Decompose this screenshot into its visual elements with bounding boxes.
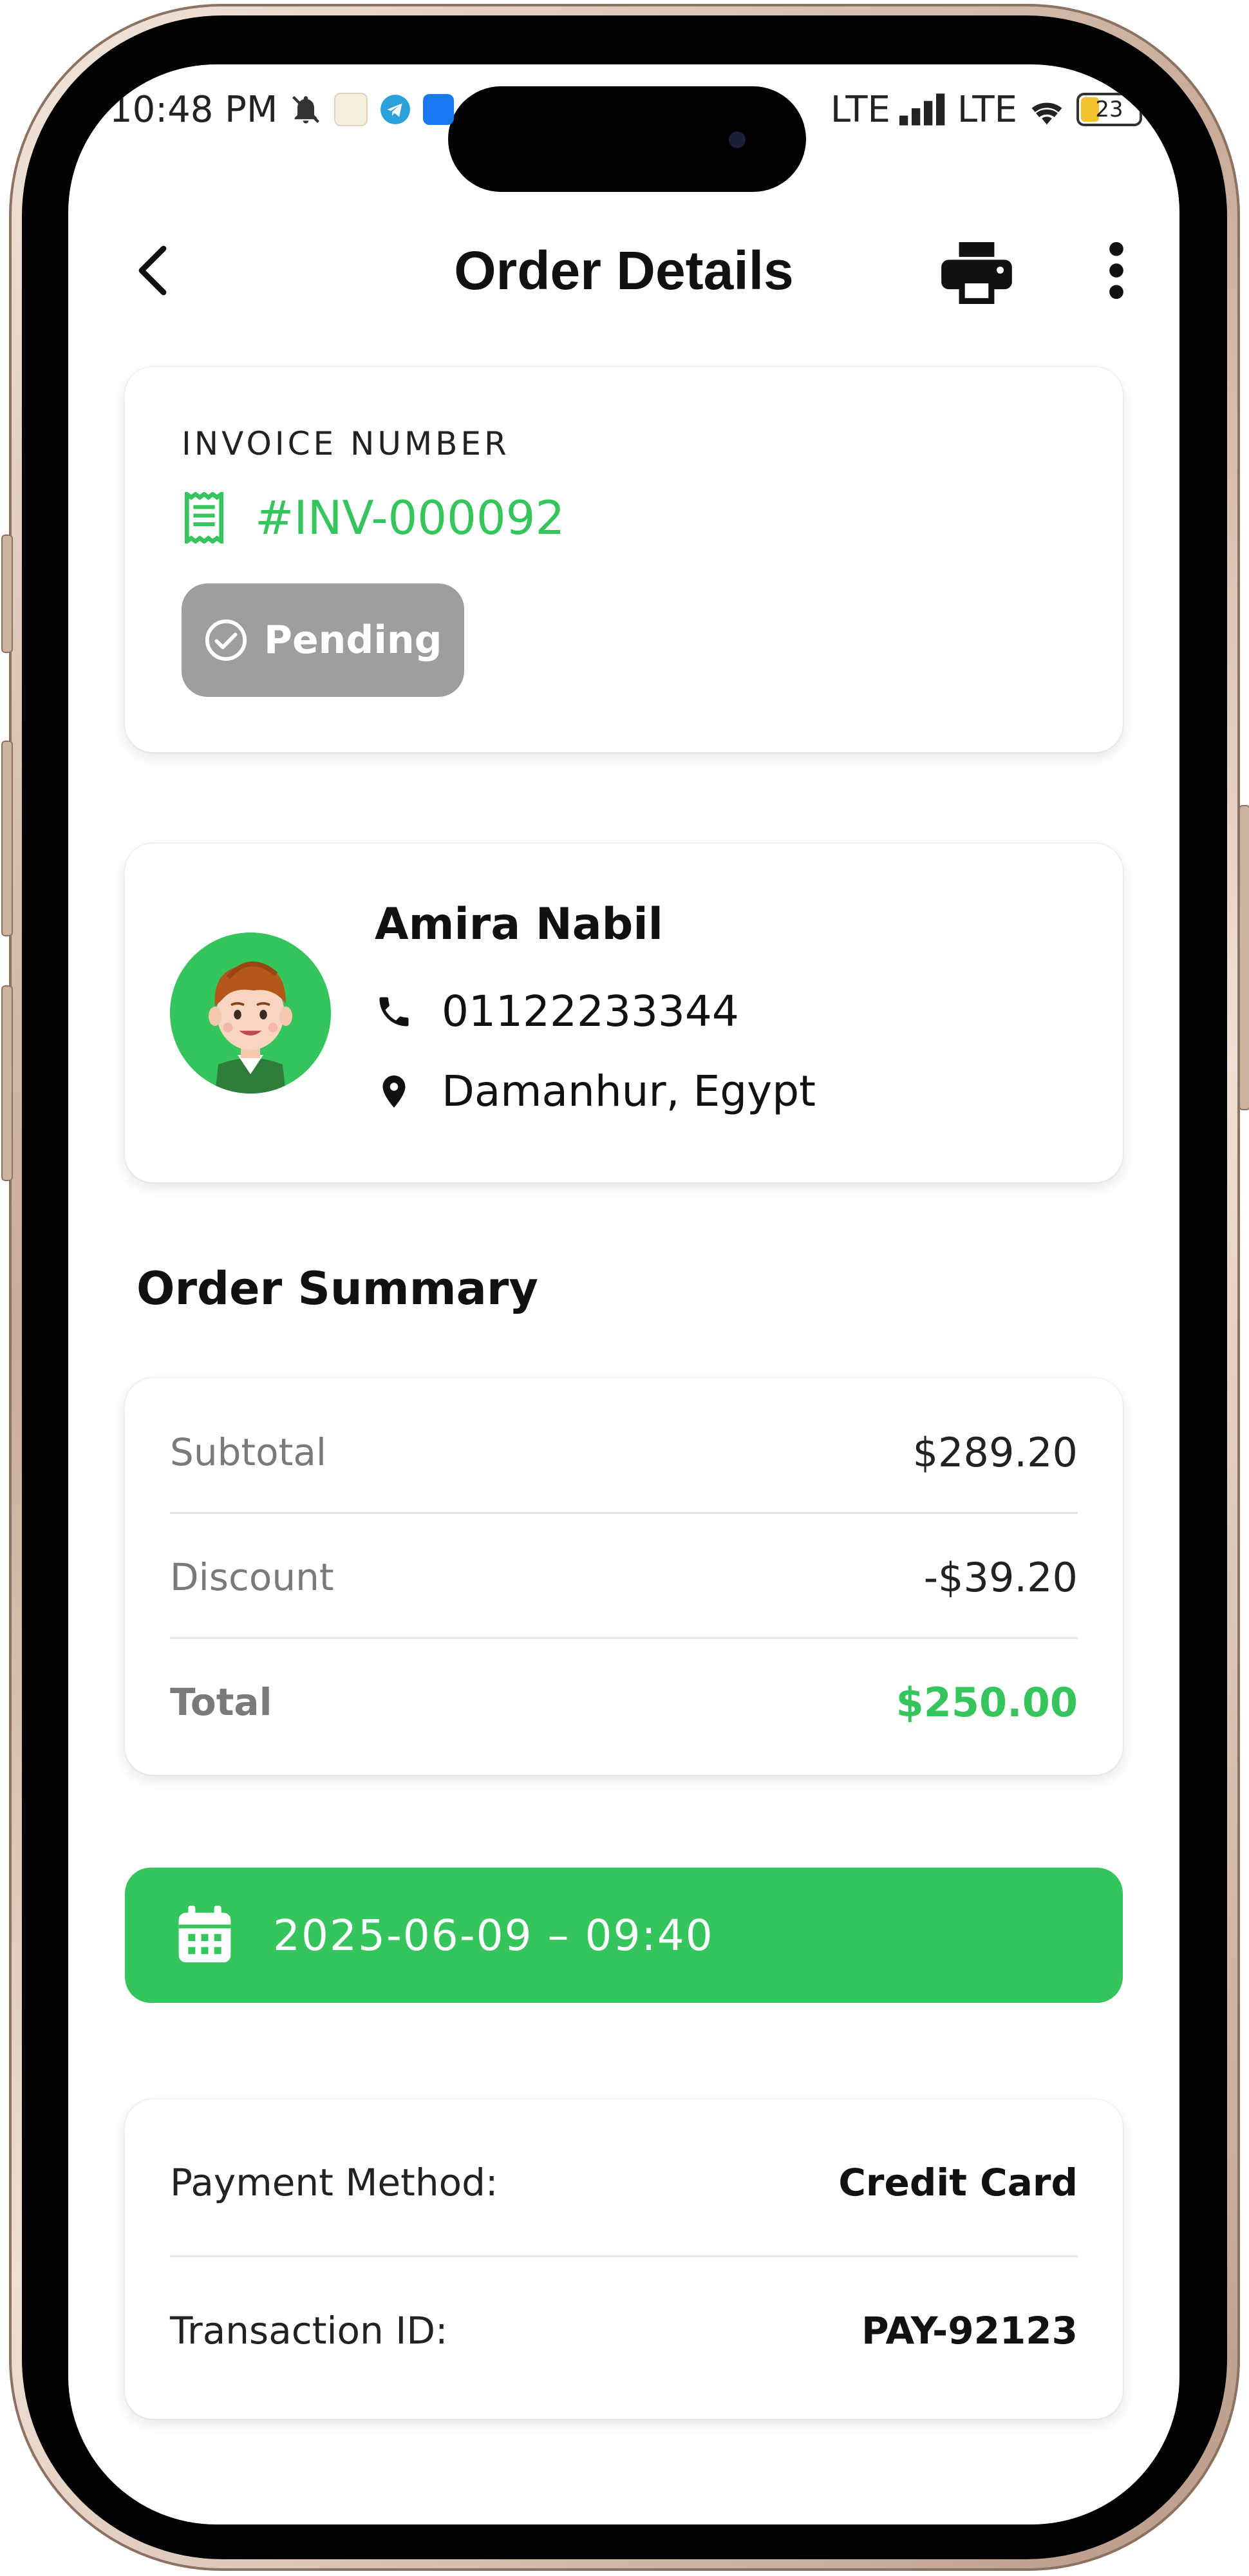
payment-method-label: Payment Method: <box>170 2161 498 2204</box>
invoice-number: #INV-000092 <box>255 491 565 545</box>
side-button-silent <box>1 535 13 653</box>
order-date: 2025-06-09 – 09:40 <box>273 1910 714 1960</box>
avatar <box>170 933 331 1094</box>
transaction-id-row: Transaction ID: PAY-92123 <box>170 2302 1078 2360</box>
app-bar: Order Details <box>68 225 1179 316</box>
dynamic-island <box>448 86 806 192</box>
network-type-1: LTE <box>830 88 890 131</box>
receipt-icon <box>185 492 223 544</box>
customer-phone: 01122233344 <box>442 987 739 1036</box>
more-options-button[interactable] <box>1097 238 1136 303</box>
summary-row-discount: Discount -$39.20 <box>170 1548 1078 1606</box>
order-date-banner: 2025-06-09 – 09:40 <box>125 1868 1123 2003</box>
facebook-icon <box>423 94 455 125</box>
summary-row-total: Total $250.00 <box>170 1673 1078 1731</box>
side-button-power <box>1239 805 1249 1110</box>
status-time: 10:48 PM <box>109 88 278 131</box>
subtotal-value: $289.20 <box>912 1428 1078 1476</box>
status-text: Pending <box>264 618 442 663</box>
status-bar-right: LTE LTE 23 <box>830 88 1142 131</box>
divider <box>170 1637 1078 1639</box>
network-type-2: LTE <box>957 88 1017 131</box>
invoice-card: INVOICE NUMBER #INV-000092 Pending <box>125 367 1123 752</box>
total-value: $250.00 <box>896 1678 1078 1726</box>
customer-location: Damanhur, Egypt <box>442 1066 816 1116</box>
transaction-id-value: PAY-92123 <box>861 2309 1078 2353</box>
divider <box>170 1512 1078 1514</box>
more-vertical-icon <box>1109 242 1123 299</box>
customer-card: Amira Nabil 01122233344 Damanhur, Egypt <box>125 844 1123 1182</box>
side-button-volume-up <box>1 741 13 936</box>
invoice-number-row: #INV-000092 <box>182 491 565 545</box>
transaction-id-label: Transaction ID: <box>170 2309 448 2353</box>
payment-method-value: Credit Card <box>838 2161 1078 2204</box>
invoice-label: INVOICE NUMBER <box>182 425 510 462</box>
subtotal-label: Subtotal <box>170 1430 327 1474</box>
payment-card: Payment Method: Credit Card Transaction … <box>125 2099 1123 2419</box>
discount-value: -$39.20 <box>923 1553 1078 1601</box>
signal-icon <box>899 93 945 126</box>
customer-location-row: Damanhur, Egypt <box>375 1066 816 1116</box>
telegram-icon <box>380 95 411 124</box>
battery-level: 23 <box>1095 97 1123 122</box>
battery-icon: 23 <box>1076 93 1142 126</box>
page-title: Order Details <box>454 240 794 301</box>
discount-label: Discount <box>170 1555 334 1599</box>
side-button-volume-down <box>1 985 13 1181</box>
customer-phone-row[interactable]: 01122233344 <box>375 987 739 1036</box>
payment-method-row: Payment Method: Credit Card <box>170 2154 1078 2211</box>
avatar-illustration <box>170 933 331 1094</box>
wifi-icon <box>1031 102 1062 125</box>
phone-icon <box>379 997 409 1026</box>
status-badge: Pending <box>182 583 464 697</box>
location-pin-icon <box>382 1075 406 1108</box>
customer-name: Amira Nabil <box>375 899 663 950</box>
summary-row-subtotal: Subtotal $289.20 <box>170 1423 1078 1481</box>
bell-muted-icon <box>292 95 320 124</box>
screen: 10:48 PM LTE LTE 23 Order Details INVOIC… <box>68 64 1179 2524</box>
order-summary-title: Order Summary <box>136 1262 539 1315</box>
total-label: Total <box>170 1680 272 1724</box>
camera-icon <box>729 131 746 148</box>
calendar-icon <box>178 1906 231 1963</box>
app-notification-icon <box>334 93 368 126</box>
status-bar-left: 10:48 PM <box>109 88 455 131</box>
print-button[interactable] <box>941 242 1012 304</box>
order-summary-card: Subtotal $289.20 Discount -$39.20 Total … <box>125 1378 1123 1775</box>
divider <box>170 2255 1078 2257</box>
printer-icon <box>941 242 1012 304</box>
check-circle-icon <box>205 619 247 661</box>
